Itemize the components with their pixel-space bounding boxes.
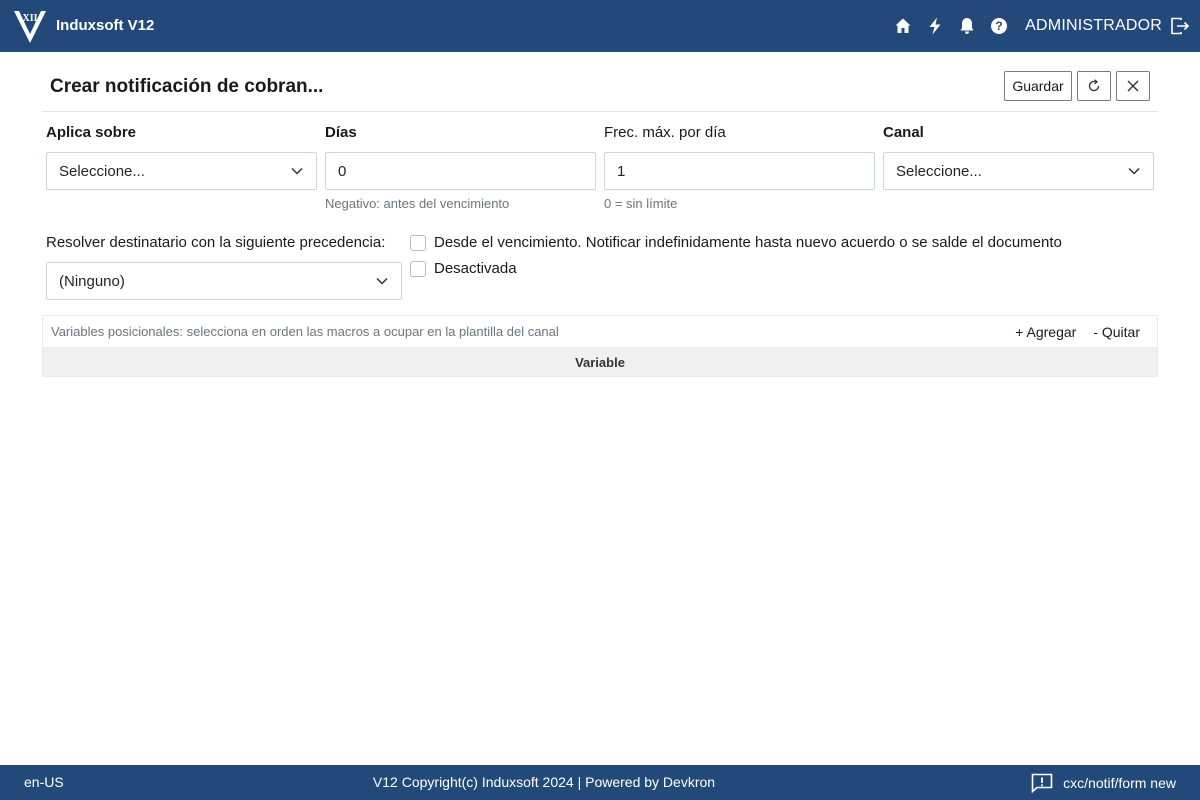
footer: en-US V12 Copyright(c) Induxsoft 2024 | … xyxy=(0,765,1200,800)
title-divider xyxy=(42,111,1158,112)
refresh-button[interactable] xyxy=(1077,71,1111,101)
canal-select[interactable]: Seleccione... xyxy=(883,152,1154,190)
desde-vencimiento-checkbox[interactable] xyxy=(410,234,426,251)
frec-max-label: Frec. máx. por día xyxy=(604,124,726,141)
resolver-label: Resolver destinatario con la siguiente p… xyxy=(46,234,386,251)
frec-max-hint: 0 = sin límite xyxy=(604,196,678,211)
help-icon: ? xyxy=(991,18,1008,34)
copyright-text: V12 Copyright(c) Induxsoft 2024 | Powere… xyxy=(372,774,716,790)
app-logo[interactable]: XII xyxy=(12,7,48,45)
variables-description: Variables posicionales: selecciona en or… xyxy=(51,324,559,339)
close-button[interactable] xyxy=(1116,71,1150,101)
logo-icon: XII xyxy=(14,11,46,43)
top-actions: ? ADMINISTRADOR xyxy=(887,0,1200,52)
remove-variable-button[interactable]: - Quitar xyxy=(1093,324,1140,340)
desde-vencimiento-label: Desde el vencimiento. Notificar indefini… xyxy=(434,234,1062,251)
resolver-select[interactable]: (Ninguno) xyxy=(46,262,402,300)
route-indicator[interactable]: cxc/notif/form new xyxy=(1031,769,1176,796)
aplica-sobre-value: Seleccione... xyxy=(59,162,145,180)
resolver-value: (Ninguno) xyxy=(59,272,125,290)
canal-label: Canal xyxy=(883,124,924,141)
svg-text:?: ? xyxy=(996,19,1003,33)
frec-max-input[interactable] xyxy=(604,152,875,190)
route-text: cxc/notif/form new xyxy=(1063,774,1176,791)
feedback-icon xyxy=(1031,773,1053,793)
app-title: Induxsoft V12 xyxy=(56,17,155,34)
canal-value: Seleccione... xyxy=(896,162,982,180)
dias-label: Días xyxy=(325,124,357,141)
variables-toolbar: Variables posicionales: selecciona en or… xyxy=(42,315,1158,347)
bolt-icon xyxy=(929,17,941,35)
variables-column-header[interactable]: Variable xyxy=(42,347,1158,377)
form-actions: Guardar xyxy=(1004,71,1150,101)
chevron-down-icon xyxy=(291,167,303,175)
close-icon xyxy=(1127,80,1139,92)
desactivada-label: Desactivada xyxy=(434,260,517,277)
refresh-icon xyxy=(1088,79,1100,92)
aplica-sobre-select[interactable]: Seleccione... xyxy=(46,152,317,190)
home-button[interactable] xyxy=(887,0,919,52)
dias-input[interactable] xyxy=(325,152,596,190)
add-variable-button[interactable]: + Agregar xyxy=(1015,324,1076,340)
top-navbar: XII Induxsoft V12 ? ADMINISTRADOR xyxy=(0,0,1200,52)
svg-text:XII: XII xyxy=(22,13,37,24)
desactivada-option[interactable]: Desactivada xyxy=(410,260,517,277)
desactivada-checkbox[interactable] xyxy=(410,260,426,277)
chevron-down-icon xyxy=(376,277,388,285)
dias-hint: Negativo: antes del vencimiento xyxy=(325,196,510,211)
home-icon xyxy=(895,18,911,33)
bell-icon xyxy=(960,18,974,34)
desde-vencimiento-option[interactable]: Desde el vencimiento. Notificar indefini… xyxy=(410,234,1062,251)
user-name[interactable]: ADMINISTRADOR xyxy=(1025,17,1162,35)
logout-button[interactable] xyxy=(1162,0,1198,52)
help-button[interactable]: ? xyxy=(983,0,1015,52)
save-button[interactable]: Guardar xyxy=(1004,71,1072,101)
chevron-down-icon xyxy=(1128,167,1140,175)
aplica-sobre-label: Aplica sobre xyxy=(46,124,137,141)
page-title: Crear notificación de cobran... xyxy=(50,76,324,97)
notifications-button[interactable] xyxy=(951,0,983,52)
quick-actions-button[interactable] xyxy=(919,0,951,52)
logout-icon xyxy=(1171,17,1190,35)
